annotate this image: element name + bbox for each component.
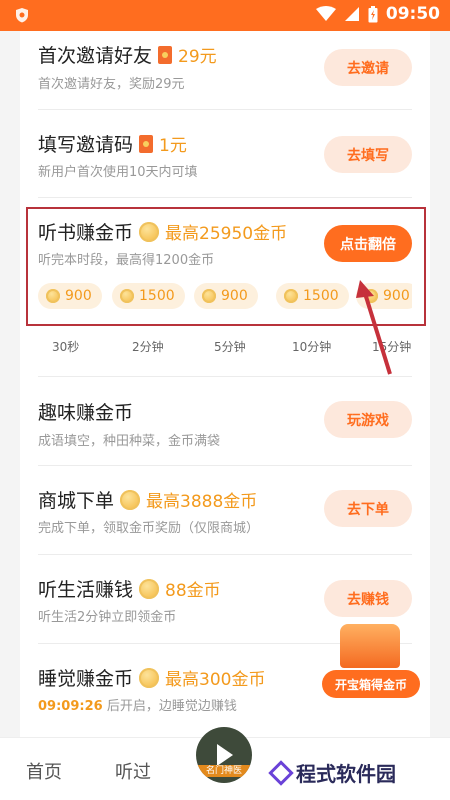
pointer-arrow-icon — [356, 280, 392, 375]
play-game-button[interactable]: 玩游戏 — [324, 401, 412, 438]
task-desc: 听生活2分钟立即领金币 — [38, 610, 177, 625]
now-playing-cover[interactable]: 名门神医 — [196, 727, 252, 783]
play-icon — [217, 744, 233, 766]
nav-listened[interactable]: 听过 — [115, 758, 151, 784]
watermark: 程式软件园 — [268, 758, 396, 787]
task-title: 填写邀请码 — [38, 134, 134, 156]
task-row-invite-code: 填写邀请码 1元 新用户首次使用10天内可填 去填写 — [38, 110, 412, 198]
task-desc: 新用户首次使用10天内可填 — [38, 165, 198, 180]
signal-icon — [344, 7, 359, 21]
red-packet-icon — [139, 134, 154, 153]
nav-home[interactable]: 首页 — [26, 758, 62, 784]
task-desc: 09:09:26 后开启，边睡觉边赚钱 — [38, 695, 237, 714]
invite-button[interactable]: 去邀请 — [324, 49, 412, 86]
fill-code-button[interactable]: 去填写 — [324, 136, 412, 173]
tick-label: 2分钟 — [132, 340, 164, 354]
task-reward: 最高300金币 — [165, 670, 266, 690]
red-packet-icon — [158, 45, 173, 64]
task-title: 听生活赚钱 — [38, 579, 134, 601]
task-row-games: 趣味赚金币 成语填空，种田种菜，金币满袋 玩游戏 — [38, 377, 412, 466]
task-title: 商城下单 — [38, 490, 115, 512]
task-reward: 88金币 — [165, 581, 221, 601]
coin-icon — [139, 578, 160, 599]
task-reward: 最高3888金币 — [146, 492, 258, 512]
battery-icon — [368, 5, 378, 22]
task-title: 首次邀请好友 — [38, 45, 153, 67]
treasure-chest-icon — [340, 624, 400, 668]
task-desc: 首次邀请好友，奖励29元 — [38, 77, 185, 92]
status-bar: 09:50 — [0, 0, 450, 31]
watermark-logo-icon — [268, 759, 294, 786]
cover-title: 名门神医 — [198, 765, 250, 777]
coin-icon — [120, 489, 141, 510]
order-button[interactable]: 去下单 — [324, 490, 412, 527]
task-title: 睡觉赚金币 — [38, 668, 134, 690]
task-reward: 29元 — [178, 47, 217, 67]
watermark-text: 程式软件园 — [296, 762, 396, 786]
tick-label: 10分钟 — [292, 340, 332, 354]
status-time: 09:50 — [385, 4, 440, 24]
task-desc: 成语填空，种田种菜，金币满袋 — [38, 434, 221, 449]
countdown: 09:09:26 — [38, 699, 103, 714]
task-title: 趣味赚金币 — [38, 402, 134, 424]
treasure-label: 开宝箱得金币 — [322, 670, 420, 698]
task-desc: 完成下单，领取金币奖励（仅限商城） — [38, 521, 260, 536]
tick-label: 5分钟 — [214, 340, 246, 354]
tick-label: 30秒 — [52, 340, 80, 354]
earn-button[interactable]: 去赚钱 — [324, 580, 412, 617]
treasure-chest-button[interactable]: 开宝箱得金币 — [322, 620, 420, 702]
wifi-icon — [315, 6, 336, 21]
coin-icon — [139, 667, 160, 688]
task-row-shop: 商城下单 最高3888金币 完成下单，领取金币奖励（仅限商城） 去下单 — [38, 466, 412, 555]
task-reward: 1元 — [159, 136, 187, 156]
countdown-desc: 后开启，边睡觉边赚钱 — [106, 699, 237, 714]
task-row-invite: 首次邀请好友 29元 首次邀请好友，奖励29元 去邀请 — [38, 31, 412, 110]
shield-icon — [16, 8, 28, 23]
